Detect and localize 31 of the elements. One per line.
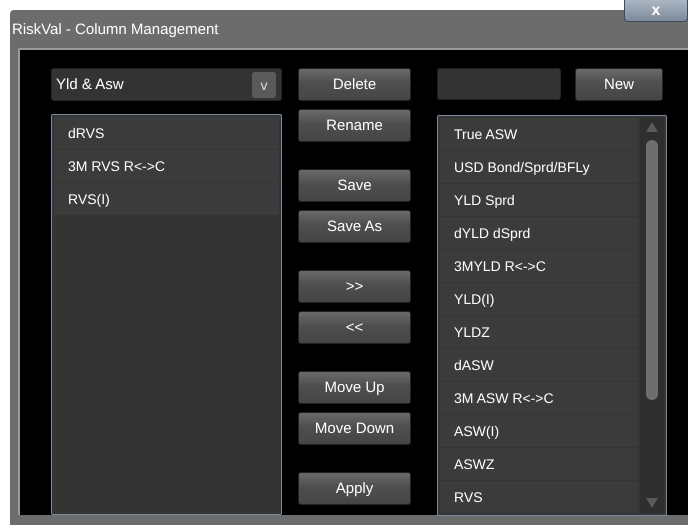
dropdown-value: Yld & Asw	[56, 76, 124, 93]
action-button[interactable]: <<	[298, 311, 411, 344]
list-item[interactable]: YLD Sprd	[440, 184, 638, 216]
window-title: RiskVal - Column Management	[12, 20, 218, 38]
action-button[interactable]: Move Down	[298, 412, 411, 445]
list-item[interactable]: ASW(I)	[440, 415, 638, 447]
list-item[interactable]: RVS	[440, 481, 638, 513]
list-item[interactable]: 3MYLD R<->C	[440, 250, 638, 282]
action-button[interactable]: Save As	[298, 210, 411, 243]
list-item[interactable]: 3M RVS R<->C	[54, 150, 279, 182]
dropdown[interactable]: Yld & Asw v	[51, 68, 282, 101]
scrollbar[interactable]	[640, 118, 664, 513]
action-button[interactable]: >>	[298, 270, 411, 303]
action-button[interactable]: Move Up	[298, 371, 411, 404]
action-button[interactable]: Save	[298, 169, 411, 202]
new-button[interactable]: New	[575, 68, 663, 101]
list-item[interactable]: dYLD dSprd	[440, 217, 638, 249]
action-button[interactable]: Rename	[298, 109, 411, 142]
name-field[interactable]	[437, 68, 561, 100]
list-item[interactable]: dASW	[440, 349, 638, 381]
action-button[interactable]: Apply	[298, 472, 411, 505]
list-item[interactable]: True ASW	[440, 118, 638, 150]
list-item[interactable]: USD Bond/Sprd/BFLy	[440, 151, 638, 183]
list-item[interactable]: YLD(I)	[440, 283, 638, 315]
list-item[interactable]: YLDZ	[440, 316, 638, 348]
list-item[interactable]: ASWZ	[440, 448, 638, 480]
action-button[interactable]: Delete	[298, 68, 411, 101]
list-item[interactable]: RVS(I)	[54, 183, 279, 215]
dropdown-caret[interactable]: v	[252, 72, 276, 98]
list-item[interactable]: dRVS	[54, 117, 279, 149]
list-item[interactable]: 3M ASW R<->C	[440, 382, 638, 414]
